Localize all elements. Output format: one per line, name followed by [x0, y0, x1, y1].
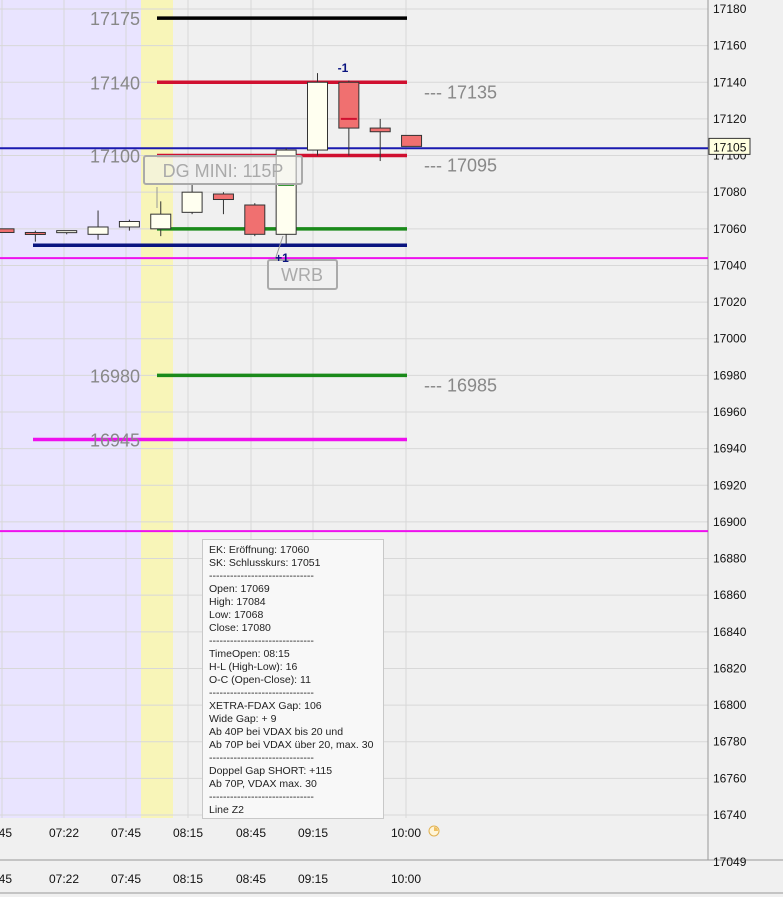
- y-tick-label: 17140: [713, 75, 747, 89]
- tooltip-line: Open: 17069: [209, 583, 270, 595]
- candle-body: [0, 228, 15, 233]
- tooltip-line: Ab 70P bei VDAX über 20, max. 30: [209, 739, 374, 751]
- clock-icon: [428, 825, 440, 837]
- level-left-label: 17100: [90, 147, 140, 167]
- wrb-label: WRB: [281, 265, 323, 285]
- x-tick-label-bottom: 07:45: [111, 872, 141, 886]
- candle-body: [401, 134, 423, 147]
- y-tick-label: 17080: [713, 185, 747, 199]
- candle-body: [87, 226, 109, 235]
- candle: [307, 73, 328, 156]
- tooltip-line: H-L (High-Low): 16: [209, 661, 298, 673]
- candle-body: [338, 81, 360, 129]
- level-left-label: 17175: [90, 9, 140, 29]
- x-tick-label-bottom: 09:15: [298, 872, 328, 886]
- x-tick-label: 07:45: [111, 826, 141, 840]
- y-tick-label: 16760: [713, 771, 747, 785]
- tooltip-line: EK: Eröffnung: 17060: [209, 544, 310, 556]
- candle-body: [307, 81, 328, 151]
- candle-body: [369, 127, 391, 133]
- candle: [244, 203, 266, 237]
- dg-label: DG MINI: 115P: [163, 161, 284, 181]
- y-tick-label: 16740: [713, 808, 747, 822]
- tooltip-line: ------------------------------: [209, 635, 314, 647]
- y-tick-label: 16800: [713, 698, 747, 712]
- candle-body: [150, 213, 172, 230]
- session-band: [0, 0, 141, 818]
- candle-body: [212, 193, 234, 201]
- tooltip-line: Line Z2: [209, 804, 245, 816]
- y-bottom-label: 17049: [713, 855, 747, 869]
- x-tick-label: 08:15: [173, 826, 203, 840]
- tooltip-line: Wide Gap: + 9: [209, 713, 277, 725]
- level-right-label: --- 17135: [424, 82, 497, 102]
- x-tick-label: 09:15: [298, 826, 328, 840]
- tooltip-line: XETRA-FDAX Gap: 106: [209, 700, 322, 712]
- x-tick-label-bottom: 07:45: [0, 872, 12, 886]
- x-tick-label-bottom: 10:00: [391, 872, 421, 886]
- candle-body: [56, 230, 78, 234]
- level-right-label: --- 17095: [424, 156, 497, 176]
- x-tick-label-bottom: 07:22: [49, 872, 79, 886]
- candle-body: [244, 204, 266, 235]
- level-right-label: --- 16985: [424, 375, 497, 395]
- candle-body: [24, 231, 46, 235]
- x-tick-label: 08:45: [236, 826, 266, 840]
- x-tick-label: 07:22: [49, 826, 79, 840]
- y-tick-label: 16860: [713, 588, 747, 602]
- tooltip-line: Low: 17068: [209, 609, 264, 621]
- tooltip-line: ------------------------------: [209, 687, 314, 699]
- y-tick-label: 17060: [713, 222, 747, 236]
- candle: [401, 134, 423, 147]
- signal-marker-plus: +1: [275, 251, 289, 265]
- x-tick-label-bottom: 08:15: [173, 872, 203, 886]
- tooltip-line: ------------------------------: [209, 570, 314, 582]
- level-left-label: 17140: [90, 73, 140, 93]
- y-tick-label: 16840: [713, 625, 747, 639]
- y-tick-label: 16920: [713, 478, 747, 492]
- tooltip-line: Ab 40P bei VDAX bis 20 und: [209, 726, 344, 738]
- candlestick-chart[interactable]: 17175 17140 --- 17135 17100 --- 17095 16980 --…: [0, 0, 783, 897]
- tooltip-line: TimeOpen: 08:15: [209, 648, 290, 660]
- tooltip-line: Doppel Gap SHORT: +115: [209, 765, 333, 777]
- tooltip-line: High: 17084: [209, 596, 266, 608]
- current-price-label: 17105: [713, 140, 747, 154]
- level-left-label: 16980: [90, 366, 140, 386]
- y-tick-label: 16780: [713, 735, 747, 749]
- tooltip-line: Ab 70P, VDAX max. 30: [209, 778, 317, 790]
- tooltip-line: ------------------------------: [209, 752, 314, 764]
- level-left-label: 16945: [90, 430, 140, 450]
- y-tick-label: 17180: [713, 2, 747, 16]
- x-tick-label: 10:00: [391, 826, 421, 840]
- y-tick-label: 16880: [713, 552, 747, 566]
- signal-marker-minus: -1: [338, 61, 349, 75]
- y-tick-label: 17120: [713, 112, 747, 126]
- y-tick-label: 17000: [713, 332, 747, 346]
- tooltip-line: SK: Schlusskurs: 17051: [209, 557, 321, 569]
- y-tick-label: 16940: [713, 442, 747, 456]
- y-tick-label: 16820: [713, 661, 747, 675]
- y-tick-label: 17020: [713, 295, 747, 309]
- y-tick-label: 17160: [713, 39, 747, 53]
- chart-root[interactable]: 17175 17140 --- 17135 17100 --- 17095 16980 --…: [0, 0, 783, 897]
- y-tick-label: 17040: [713, 258, 747, 272]
- y-tick-label: 16980: [713, 368, 747, 382]
- x-tick-label: 07:45: [0, 826, 12, 840]
- candle: [0, 228, 15, 233]
- tooltip-line: ------------------------------: [209, 791, 314, 803]
- tooltip-line: Close: 17080: [209, 622, 271, 634]
- y-tick-label: 16960: [713, 405, 747, 419]
- x-tick-label-bottom: 08:45: [236, 872, 266, 886]
- candle-body: [181, 191, 203, 213]
- candle-body: [118, 220, 140, 228]
- candle-tooltip: EK: Eröffnung: 17060 SK: Schlusskurs: 170…: [202, 539, 384, 819]
- tooltip-line: O-C (Open-Close): 11: [209, 674, 311, 686]
- y-tick-label: 16900: [713, 515, 747, 529]
- highlight-band: [141, 0, 173, 818]
